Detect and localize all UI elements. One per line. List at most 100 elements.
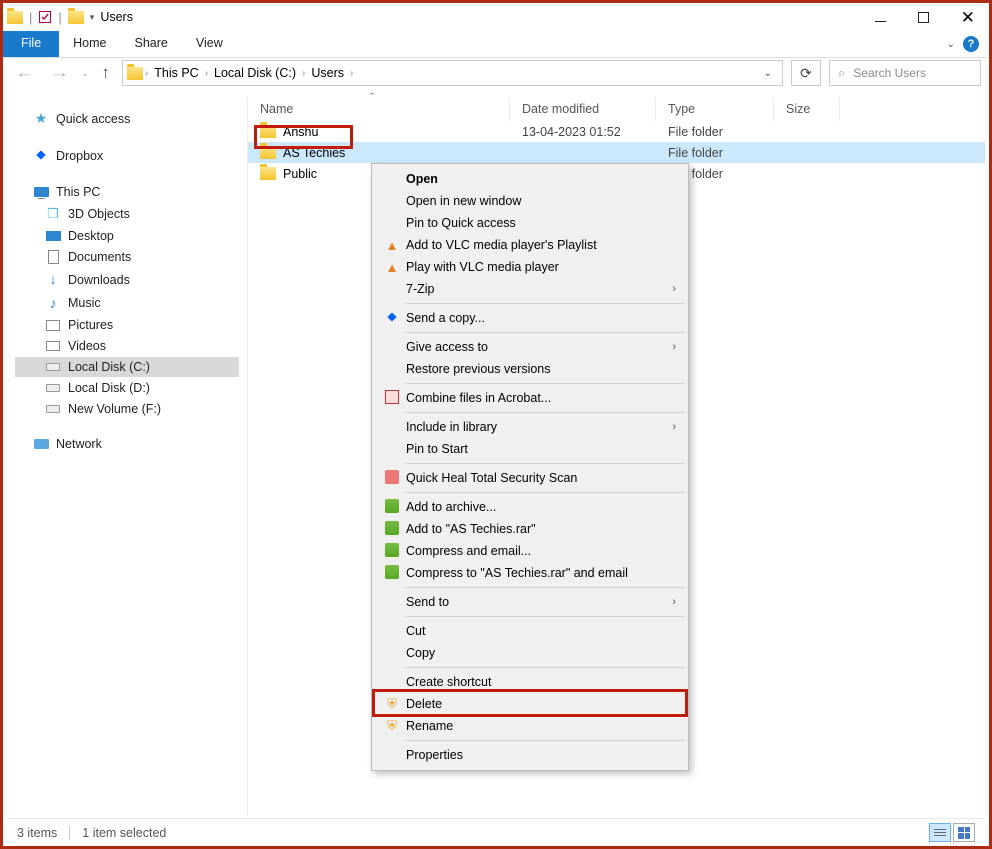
view-tab[interactable]: View (182, 31, 237, 57)
ctx-pin-quick-access[interactable]: Pin to Quick access (374, 212, 686, 234)
uac-shield-icon: ⛨ (378, 718, 406, 734)
view-tiles-button[interactable] (953, 823, 975, 842)
minimize-button[interactable] (875, 21, 886, 23)
navigation-pane: ★Quick access ⯁Dropbox This PC ❒3D Objec… (7, 97, 247, 816)
chevron-right-icon[interactable]: › (350, 68, 353, 79)
nav-forward-button[interactable]: → (46, 62, 73, 84)
column-type[interactable]: Type (656, 97, 774, 121)
nav-label: Videos (68, 339, 106, 353)
downloads-icon: ↓ (49, 271, 57, 288)
nav-videos[interactable]: Videos (15, 336, 239, 356)
file-date: 13-04-2023 01:52 (510, 125, 656, 139)
pictures-icon (46, 320, 60, 331)
ctx-restore-prev[interactable]: Restore previous versions (374, 358, 686, 380)
nav-documents[interactable]: Documents (15, 247, 239, 267)
nav-this-pc[interactable]: This PC (15, 182, 239, 202)
chevron-right-icon[interactable]: › (205, 68, 208, 79)
window-icon (7, 11, 23, 24)
status-item-count: 3 items (17, 826, 57, 840)
column-size[interactable]: Size (774, 97, 840, 121)
ctx-delete[interactable]: ⛨Delete (374, 693, 686, 715)
nav-dropbox[interactable]: ⯁Dropbox (15, 145, 239, 167)
drive-icon (46, 384, 60, 392)
nav-history-dropdown-icon[interactable]: ⌄ (81, 68, 89, 79)
close-button[interactable]: ✕ (961, 12, 975, 23)
nav-desktop[interactable]: Desktop (15, 226, 239, 246)
status-selected: 1 item selected (82, 826, 166, 840)
search-box[interactable]: ⌕ Search Users (829, 60, 981, 86)
nav-label: Music (68, 296, 101, 310)
address-dropdown-icon[interactable]: ⌄ (764, 68, 772, 79)
ctx-copy[interactable]: Copy (374, 642, 686, 664)
ctx-add-archive[interactable]: Add to archive... (374, 496, 686, 518)
file-row[interactable]: Anshu 13-04-2023 01:52 File folder (248, 121, 985, 142)
ctx-7zip[interactable]: 7-Zip› (374, 278, 686, 300)
ctx-vlc-playlist[interactable]: ▲Add to VLC media player's Playlist (374, 234, 686, 256)
ctx-combine-acrobat[interactable]: Combine files in Acrobat... (374, 387, 686, 409)
ctx-send-copy[interactable]: ⯁Send a copy... (374, 307, 686, 329)
ctx-pin-start[interactable]: Pin to Start (374, 438, 686, 460)
ctx-properties[interactable]: Properties (374, 744, 686, 766)
ctx-quickheal[interactable]: Quick Heal Total Security Scan (374, 467, 686, 489)
nav-music[interactable]: ♪Music (15, 292, 239, 314)
nav-new-volume-f[interactable]: New Volume (F:) (15, 399, 239, 419)
nav-quick-access[interactable]: ★Quick access (15, 107, 239, 130)
column-name[interactable]: Name (248, 97, 510, 121)
quickheal-icon (385, 470, 399, 484)
nav-downloads[interactable]: ↓ Downloads (15, 268, 239, 291)
qat-new-folder-icon[interactable] (68, 11, 84, 24)
help-icon[interactable]: ? (963, 36, 979, 52)
address-segment-drive[interactable]: Local Disk (C:) (210, 66, 300, 80)
nav-3d-objects[interactable]: ❒3D Objects (15, 203, 239, 225)
ctx-create-shortcut[interactable]: Create shortcut (374, 671, 686, 693)
ctx-rename[interactable]: ⛨Rename (374, 715, 686, 737)
submenu-arrow-icon: › (672, 596, 676, 608)
ctx-open[interactable]: Open (374, 168, 686, 190)
submenu-arrow-icon: › (672, 283, 676, 295)
nav-label: Local Disk (C:) (68, 360, 150, 374)
nav-pictures[interactable]: Pictures (15, 315, 239, 335)
address-bar[interactable]: › This PC › Local Disk (C:) › Users › ⌄ (122, 60, 783, 86)
qat-dropdown-icon[interactable]: ▾ (90, 12, 95, 23)
file-type: File folder (656, 125, 774, 139)
nav-local-disk-c[interactable]: Local Disk (C:) (15, 357, 239, 377)
ctx-give-access[interactable]: Give access to› (374, 336, 686, 358)
ctx-cut[interactable]: Cut (374, 620, 686, 642)
nav-label: Network (56, 437, 102, 451)
submenu-arrow-icon: › (672, 341, 676, 353)
ctx-include-library[interactable]: Include in library› (374, 416, 686, 438)
refresh-button[interactable]: ⟳ (791, 60, 821, 86)
maximize-button[interactable] (918, 12, 929, 23)
ctx-separator (406, 492, 684, 493)
ctx-send-to[interactable]: Send to› (374, 591, 686, 613)
ctx-vlc-play[interactable]: ▲Play with VLC media player (374, 256, 686, 278)
videos-icon (46, 341, 60, 351)
share-tab[interactable]: Share (121, 31, 182, 57)
pc-icon (34, 187, 49, 197)
nav-back-button[interactable]: ← (11, 62, 38, 84)
file-row[interactable]: AS Techies File folder (248, 142, 985, 163)
view-details-button[interactable] (929, 823, 951, 842)
address-segment-pc[interactable]: This PC (150, 66, 202, 80)
file-name: Public (283, 167, 317, 181)
winrar-icon (385, 565, 399, 579)
qat-properties-icon[interactable] (38, 10, 52, 24)
nav-local-disk-d[interactable]: Local Disk (D:) (15, 378, 239, 398)
ctx-add-rar[interactable]: Add to "AS Techies.rar" (374, 518, 686, 540)
chevron-right-icon[interactable]: › (302, 68, 305, 79)
chevron-right-icon[interactable]: › (145, 68, 148, 79)
nav-label: Downloads (68, 273, 130, 287)
nav-label: Documents (68, 250, 131, 264)
ctx-compress-email[interactable]: Compress and email... (374, 540, 686, 562)
ctx-open-new-window[interactable]: Open in new window (374, 190, 686, 212)
ctx-compress-rar-email[interactable]: Compress to "AS Techies.rar" and email (374, 562, 686, 584)
column-date[interactable]: Date modified (510, 97, 656, 121)
submenu-arrow-icon: › (672, 421, 676, 433)
ribbon-expand-icon[interactable]: ⌄ (947, 39, 955, 50)
file-tab[interactable]: File (3, 31, 59, 57)
address-segment-folder[interactable]: Users (307, 66, 348, 80)
nav-up-button[interactable]: ↑ (97, 63, 114, 83)
home-tab[interactable]: Home (59, 31, 120, 57)
nav-network[interactable]: Network (15, 434, 239, 454)
file-name: Anshu (283, 125, 318, 139)
